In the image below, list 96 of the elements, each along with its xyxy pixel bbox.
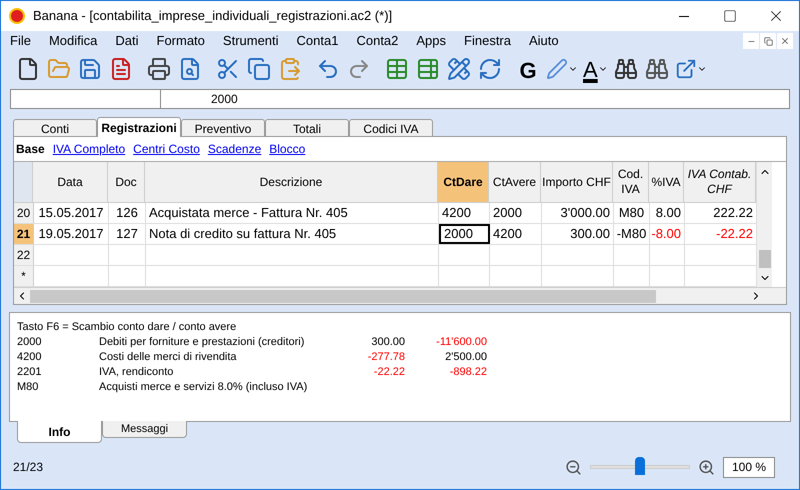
column-header[interactable]: Data bbox=[33, 162, 108, 202]
cut-icon bbox=[216, 57, 240, 81]
table-cell: Acquistata merce - Fattura Nr. 405 bbox=[146, 203, 439, 223]
panel-tab[interactable]: Messaggi bbox=[102, 421, 187, 438]
copy-icon bbox=[247, 57, 271, 81]
menu-item[interactable]: Finestra bbox=[455, 31, 520, 51]
tab[interactable]: Conti bbox=[13, 119, 97, 136]
table-cell: 15.05.2017 bbox=[34, 203, 109, 223]
balance: 2'500.00 bbox=[444, 350, 487, 365]
table-cell: 2000 bbox=[490, 203, 542, 223]
balance: -11'600.00 bbox=[435, 335, 487, 350]
view-link[interactable]: Blocco bbox=[269, 140, 306, 158]
window-title: Banana - [contabilita_imprese_individuali_registrazioni.ac2 (*)] bbox=[33, 7, 392, 26]
account-description: Acquisti merce e servizi 8.0% (incluso IVA) bbox=[99, 380, 308, 395]
amount: -277.78 bbox=[366, 350, 405, 365]
menu-item[interactable]: Conta1 bbox=[288, 31, 348, 51]
refresh-icon bbox=[478, 57, 502, 81]
view-link[interactable]: IVA Completo bbox=[52, 140, 126, 158]
table-cell: 2000 bbox=[439, 224, 490, 244]
print-icon bbox=[147, 57, 171, 81]
app-logo-icon bbox=[9, 8, 25, 24]
font-color-button[interactable]: A bbox=[581, 54, 610, 84]
table-cell: 300.00 bbox=[542, 224, 614, 244]
account-code: 4200 bbox=[17, 350, 42, 365]
row-number: * bbox=[14, 266, 34, 286]
menu-item[interactable]: Apps bbox=[407, 31, 456, 51]
menu-item[interactable]: Formato bbox=[148, 31, 214, 51]
horizontal-scrollbar-thumb[interactable] bbox=[30, 290, 656, 302]
table-cell: Nota di credito su fattura Nr. 405 bbox=[146, 224, 439, 244]
table-cell: -8.00 bbox=[650, 224, 685, 244]
menu-item[interactable]: Conta2 bbox=[347, 31, 408, 51]
panel-tab[interactable]: Info bbox=[17, 421, 102, 443]
row-number: 20 bbox=[14, 203, 34, 223]
pen-icon bbox=[546, 58, 568, 80]
table-cell: M80 bbox=[614, 203, 650, 223]
column-header[interactable]: %IVA bbox=[649, 162, 684, 202]
account-code: 2000 bbox=[17, 335, 42, 350]
bold-button[interactable]: G bbox=[513, 54, 543, 84]
find-next-icon bbox=[644, 57, 669, 81]
row-number: 22 bbox=[14, 245, 34, 265]
amount: 300.00 bbox=[370, 335, 405, 350]
print-preview-icon bbox=[178, 57, 202, 81]
pencil-ruler-icon bbox=[447, 57, 471, 81]
table-cell: 8.00 bbox=[650, 203, 685, 223]
view-link[interactable]: Base bbox=[16, 140, 45, 158]
account-description: IVA, rendiconto bbox=[99, 365, 174, 380]
tab[interactable]: Codici IVA bbox=[349, 119, 433, 136]
account-description: Costi delle merci di rivendita bbox=[99, 350, 238, 365]
export-icon bbox=[674, 58, 697, 80]
column-header[interactable]: CtAvere bbox=[489, 162, 541, 202]
row-position: 21/23 bbox=[13, 459, 44, 476]
open-folder-icon bbox=[47, 57, 71, 81]
new-file-icon bbox=[16, 57, 40, 81]
menu-item[interactable]: Strumenti bbox=[214, 31, 288, 51]
column-header[interactable]: Doc bbox=[108, 162, 145, 202]
tab[interactable]: Totali bbox=[265, 119, 349, 136]
view-link[interactable]: Scadenze bbox=[208, 140, 262, 158]
table-cell: 3'000.00 bbox=[542, 203, 614, 223]
zoom-slider-thumb[interactable] bbox=[635, 457, 645, 475]
table-cell: 4200 bbox=[490, 224, 542, 244]
zoom-in-icon[interactable] bbox=[698, 458, 715, 476]
menu-item[interactable]: File bbox=[1, 31, 40, 51]
close-icon bbox=[780, 36, 790, 46]
menu-item[interactable]: Modifica bbox=[40, 31, 106, 51]
restore-document-button[interactable] bbox=[760, 33, 776, 49]
account-code: 2201 bbox=[17, 365, 42, 380]
menu-item[interactable]: Dati bbox=[106, 31, 148, 51]
tab[interactable]: Preventivo bbox=[181, 119, 265, 136]
view-link[interactable]: Centri Costo bbox=[133, 140, 200, 158]
table-cell: -M80 bbox=[614, 224, 650, 244]
table-cell: 127 bbox=[109, 224, 146, 244]
column-header[interactable]: CtDare bbox=[438, 162, 489, 202]
redo-icon bbox=[347, 57, 371, 81]
info-hint: Tasto F6 = Scambio conto dare / conto avere bbox=[17, 320, 238, 335]
column-header[interactable]: Cod. IVA bbox=[613, 162, 649, 202]
save-icon bbox=[78, 57, 102, 81]
tab[interactable]: Registrazioni bbox=[97, 117, 181, 137]
table-cell: 126 bbox=[109, 203, 146, 223]
undo-icon bbox=[316, 57, 340, 81]
row-number: 21 bbox=[14, 224, 34, 244]
column-header[interactable]: Importo CHF bbox=[541, 162, 613, 202]
paste-icon bbox=[278, 57, 302, 81]
maximize-icon bbox=[723, 9, 737, 23]
balance: -898.22 bbox=[448, 365, 487, 380]
find-icon bbox=[614, 57, 638, 81]
scrollbar-thumb[interactable] bbox=[758, 250, 770, 268]
amount: -22.22 bbox=[372, 365, 405, 380]
zoom-out-icon[interactable] bbox=[565, 458, 582, 476]
account-code: M80 bbox=[17, 380, 40, 395]
table-cell: 4200 bbox=[439, 203, 490, 223]
account-description: Debiti per forniture e prestazioni (creditori) bbox=[99, 335, 306, 350]
font-color-letter: A bbox=[583, 56, 598, 84]
restore-icon bbox=[764, 36, 772, 46]
zoom-field[interactable]: 100 % bbox=[723, 456, 775, 478]
table-cell: 19.05.2017 bbox=[34, 224, 109, 244]
menu-item[interactable]: Aiuto bbox=[520, 31, 568, 51]
